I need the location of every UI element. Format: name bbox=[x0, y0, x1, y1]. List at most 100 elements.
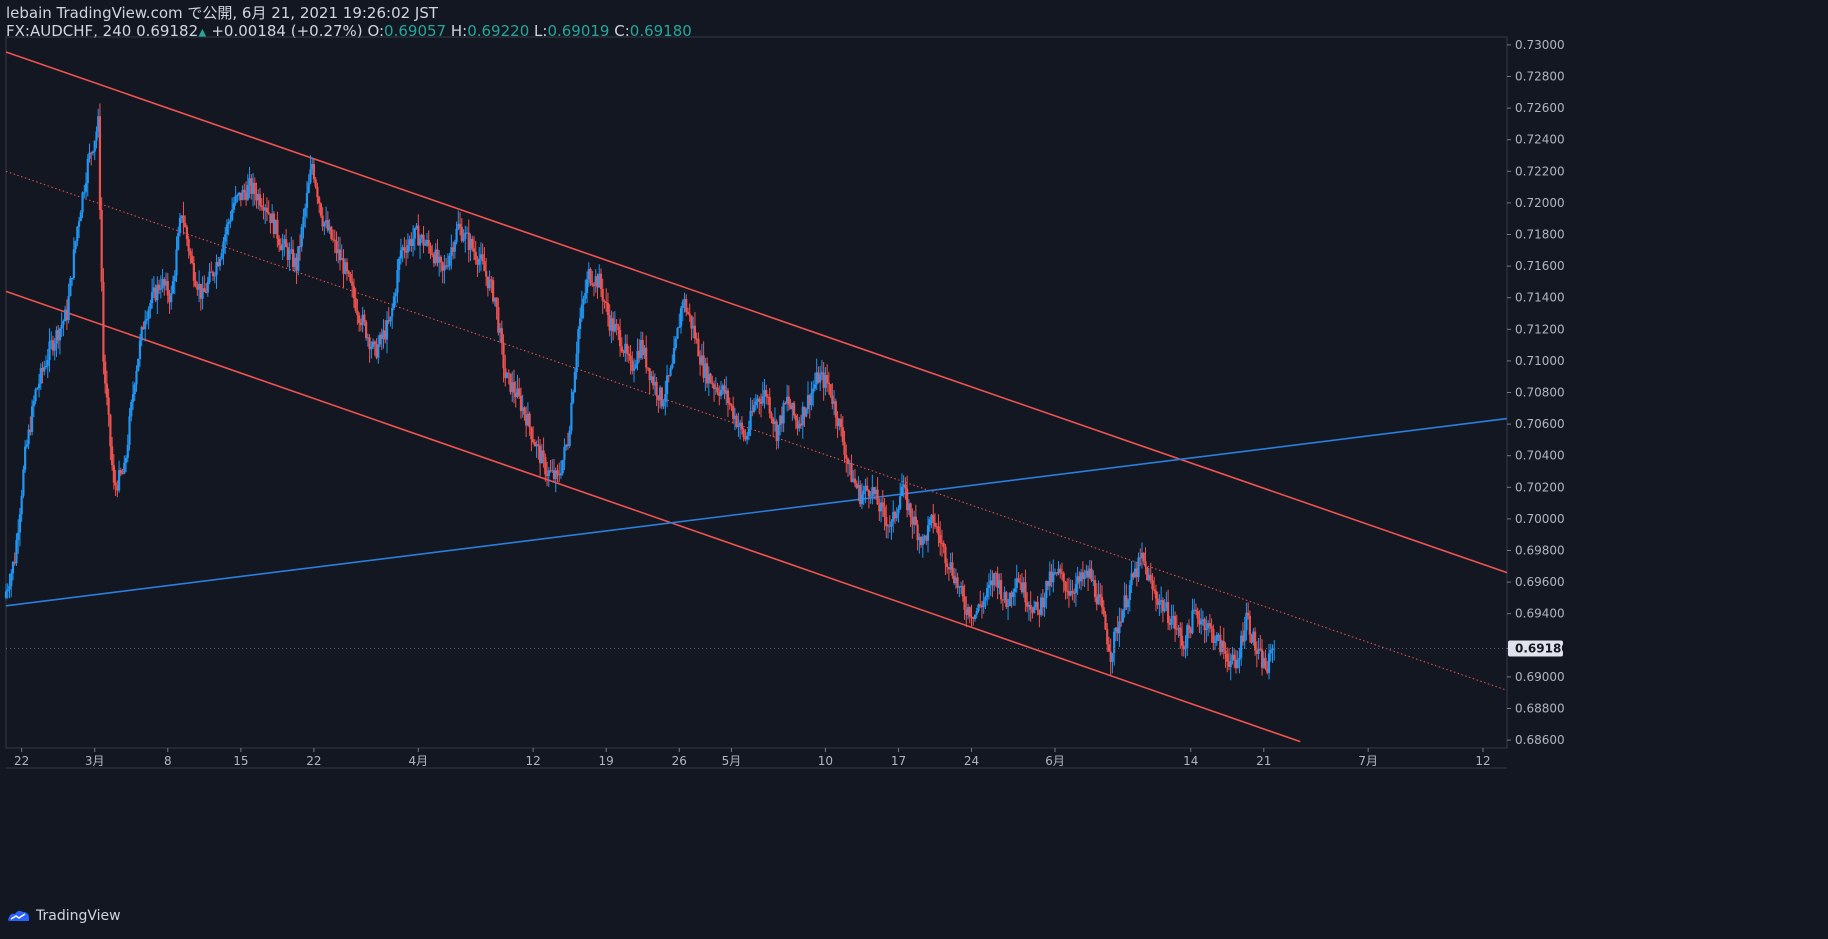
candle-body bbox=[77, 221, 81, 227]
candle-body bbox=[24, 446, 27, 470]
candle-body bbox=[627, 353, 630, 356]
candle-body bbox=[1024, 582, 1027, 603]
candle-body bbox=[185, 227, 189, 240]
candle-body bbox=[528, 413, 531, 428]
candle-body bbox=[18, 514, 22, 533]
candle-body bbox=[10, 573, 13, 587]
candle-body bbox=[542, 450, 545, 457]
candle-body bbox=[928, 519, 931, 526]
candle-body bbox=[53, 343, 56, 351]
candle-body bbox=[222, 241, 225, 254]
candle-body bbox=[288, 250, 291, 260]
candle-body bbox=[4, 591, 8, 598]
time-tick-label: 6月 bbox=[1045, 754, 1065, 768]
candle-body bbox=[681, 302, 684, 309]
candle-body bbox=[686, 311, 690, 314]
candle-body bbox=[472, 248, 476, 252]
candle-body bbox=[904, 484, 907, 489]
candle-body bbox=[79, 212, 82, 222]
time-tick-label: 17 bbox=[891, 754, 906, 768]
candle-body bbox=[810, 392, 813, 406]
candle-body bbox=[678, 326, 681, 328]
candle-body bbox=[171, 281, 175, 294]
candle-body bbox=[418, 238, 422, 246]
candle-body bbox=[754, 401, 757, 406]
candle-body bbox=[399, 250, 403, 259]
candle-body bbox=[93, 140, 96, 152]
candle-body bbox=[231, 209, 234, 220]
candle-body bbox=[1005, 592, 1008, 607]
candle-body bbox=[184, 222, 187, 228]
candle-body bbox=[688, 313, 691, 316]
candle-body bbox=[507, 372, 510, 374]
candle-body bbox=[869, 496, 872, 498]
candle-body bbox=[568, 430, 571, 446]
candle-body bbox=[481, 254, 484, 262]
price-tick-label: 0.70000 bbox=[1515, 512, 1565, 526]
candle-body bbox=[391, 308, 394, 317]
price-tick-label: 0.70200 bbox=[1515, 480, 1565, 494]
candle-body bbox=[365, 321, 368, 339]
candle-body bbox=[276, 219, 279, 239]
time-axis[interactable]: 22 3月 8 15 22 4月 12 19 26 5月 10 17 24 6月 14 21 7月 12 bbox=[14, 748, 1491, 768]
candle-body bbox=[349, 273, 352, 282]
candle-body bbox=[693, 325, 697, 339]
candle-body bbox=[398, 258, 401, 271]
drawing-lines[interactable] bbox=[5, 51, 1508, 743]
candle-body bbox=[25, 444, 28, 447]
candle-body bbox=[620, 346, 623, 352]
candle-body bbox=[258, 194, 262, 206]
candle-body bbox=[1099, 594, 1102, 598]
price-axis[interactable]: 0.73000 0.72800 0.72600 0.72400 0.72200 0.720… bbox=[1507, 38, 1570, 747]
candle-body bbox=[876, 489, 879, 505]
candle-body bbox=[1153, 589, 1156, 591]
candle-body bbox=[792, 402, 796, 416]
candle-body bbox=[1259, 648, 1262, 650]
candle-body bbox=[1043, 598, 1046, 608]
candle-body bbox=[495, 297, 498, 308]
price-chart[interactable]: 0.73000 0.72800 0.72600 0.72400 0.72200 0.720… bbox=[0, 0, 1828, 905]
candle-body bbox=[151, 292, 154, 304]
candle-body bbox=[577, 329, 580, 354]
candle-body bbox=[500, 328, 503, 343]
candle-body bbox=[304, 207, 307, 217]
candle-body bbox=[300, 226, 303, 247]
candle-body bbox=[572, 392, 575, 403]
price-tick-label: 0.69400 bbox=[1515, 607, 1565, 621]
time-tick-label: 3月 bbox=[85, 754, 105, 768]
candle-body bbox=[1066, 590, 1069, 592]
candle-body bbox=[1158, 601, 1161, 605]
candle-body bbox=[730, 404, 733, 407]
candle-body bbox=[1187, 625, 1191, 630]
candle-body bbox=[1179, 627, 1182, 636]
candle-body bbox=[1121, 610, 1124, 623]
candle-body bbox=[645, 347, 648, 368]
candle-body bbox=[625, 343, 629, 354]
candle-body bbox=[312, 163, 316, 180]
candle-body bbox=[22, 469, 25, 496]
candle-body bbox=[192, 263, 195, 281]
candle-body bbox=[716, 387, 719, 393]
tradingview-logo-icon[interactable] bbox=[6, 908, 32, 924]
candle-body bbox=[278, 238, 281, 246]
candle-body bbox=[1052, 572, 1055, 583]
candle-body bbox=[203, 288, 206, 292]
candle-body bbox=[532, 439, 535, 443]
candle-body bbox=[144, 320, 147, 330]
candle-body bbox=[932, 514, 935, 524]
time-tick-label: 24 bbox=[964, 754, 979, 768]
last-price-label: 0.69180 bbox=[1515, 641, 1570, 655]
candle-body bbox=[354, 298, 357, 311]
candle-body bbox=[128, 416, 131, 445]
candle-body bbox=[147, 309, 150, 319]
candle-body bbox=[109, 414, 112, 447]
candle-body bbox=[1170, 618, 1173, 625]
candle-body bbox=[302, 216, 305, 227]
candle-body bbox=[314, 179, 317, 187]
candle-body bbox=[104, 361, 107, 384]
candle-body bbox=[993, 573, 996, 586]
candle-body bbox=[984, 597, 987, 601]
candle-body bbox=[133, 384, 136, 395]
footer-brand[interactable]: TradingView bbox=[36, 908, 121, 924]
candle-body bbox=[1212, 628, 1215, 643]
